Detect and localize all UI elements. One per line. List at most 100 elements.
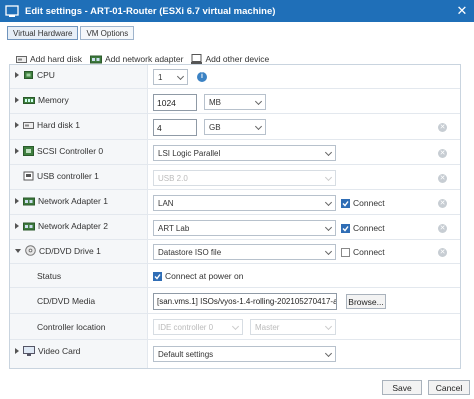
- usb-controller-icon: [23, 171, 34, 181]
- network-adapter-2-select[interactable]: ART Lab: [153, 220, 336, 236]
- connect-at-power-on-label: Connect at power on: [165, 271, 244, 281]
- scsi-type-select[interactable]: LSI Logic Parallel: [153, 145, 336, 161]
- cd-dvd-icon: [25, 245, 36, 256]
- cd-dvd-label: CD/DVD Drive 1: [39, 245, 101, 256]
- memory-unit-select[interactable]: MB: [204, 94, 266, 110]
- network-adapter-icon: [23, 222, 35, 230]
- browse-button[interactable]: Browse...: [346, 294, 386, 309]
- controller-slot-select: Master: [250, 319, 336, 335]
- memory-unit-value: MB: [209, 97, 221, 107]
- checkbox-unchecked-icon: [341, 247, 350, 257]
- usb-expander: USB controller 1: [15, 171, 99, 181]
- dialog-title: Edit settings - ART-01-Router (ESXi 6.7 …: [25, 5, 276, 17]
- expand-arrow-icon: [15, 122, 19, 128]
- other-device-icon: [191, 54, 203, 64]
- usb-type-value: USB 2.0: [158, 173, 188, 183]
- cpu-count-select[interactable]: 1: [153, 69, 188, 85]
- row-network-adapter-2: Network Adapter 2 ART Lab Connect ✕: [10, 215, 460, 240]
- video-card-value: Default settings: [158, 349, 214, 359]
- cd-dvd-connect-label: Connect: [353, 247, 385, 257]
- connect-at-power-on-checkbox[interactable]: Connect at power on: [153, 271, 243, 281]
- hard-disk-icon: [16, 55, 27, 63]
- cd-dvd-expander[interactable]: CD/DVD Drive 1: [15, 245, 101, 256]
- cd-dvd-source-select[interactable]: Datastore ISO file: [153, 244, 336, 260]
- remove-scsi-icon[interactable]: ✕: [438, 149, 447, 158]
- hard-disk-unit-select[interactable]: GB: [204, 119, 266, 135]
- remove-network-adapter-1-icon[interactable]: ✕: [438, 199, 447, 208]
- row-memory: Memory 1024 MB: [10, 89, 460, 114]
- memory-label: Memory: [38, 95, 69, 105]
- hard-disk-expander[interactable]: Hard disk 1: [15, 120, 80, 130]
- row-scsi-controller: SCSI Controller 0 LSI Logic Parallel ✕: [10, 140, 460, 165]
- expand-arrow-icon: [15, 97, 19, 103]
- controller-slot-value: Master: [255, 322, 280, 332]
- chevron-down-icon: [176, 72, 185, 81]
- add-network-adapter-label: Add network adapter: [104, 54, 184, 64]
- cd-dvd-status-label: Status: [37, 271, 62, 281]
- hard-disk-size-input[interactable]: 4: [153, 119, 197, 136]
- cancel-button[interactable]: Cancel: [428, 380, 470, 395]
- network-adapter-2-connect-label: Connect: [353, 223, 385, 233]
- network-adapter-2-expander[interactable]: Network Adapter 2: [15, 221, 108, 231]
- cd-dvd-connect-checkbox[interactable]: Connect: [341, 247, 385, 257]
- controller-value: IDE controller 0: [158, 322, 214, 332]
- remove-cd-dvd-icon[interactable]: ✕: [438, 248, 447, 257]
- video-card-expander[interactable]: Video Card: [15, 346, 80, 356]
- cpu-expander[interactable]: CPU: [15, 70, 55, 80]
- dialog-titlebar: Edit settings - ART-01-Router (ESXi 6.7 …: [0, 0, 474, 22]
- add-hard-disk-button[interactable]: Add hard disk: [16, 54, 82, 64]
- row-cd-dvd-media: CD/DVD Media [san.vms.1] ISOs/vyos-1.4-r…: [10, 288, 460, 314]
- video-card-select[interactable]: Default settings: [153, 346, 336, 362]
- usb-type-select: USB 2.0: [153, 170, 336, 186]
- remove-hard-disk-icon[interactable]: ✕: [438, 123, 447, 132]
- scsi-controller-icon: [23, 146, 34, 156]
- row-network-adapter-1: Network Adapter 1 LAN Connect ✕: [10, 190, 460, 215]
- cd-dvd-source-value: Datastore ISO file: [158, 247, 222, 257]
- usb-label: USB controller 1: [37, 171, 99, 181]
- add-other-device-button[interactable]: Add other device: [191, 54, 269, 64]
- network-adapter-2-label: Network Adapter 2: [38, 221, 108, 231]
- collapse-arrow-icon: [15, 248, 21, 253]
- close-icon[interactable]: ✕: [454, 3, 470, 19]
- video-card-icon: [23, 346, 35, 356]
- tab-vm-options[interactable]: VM Options: [80, 26, 135, 40]
- network-adapter-1-select[interactable]: LAN: [153, 195, 336, 211]
- checkbox-checked-icon: [153, 271, 162, 281]
- save-button[interactable]: Save: [382, 380, 422, 395]
- network-adapter-1-expander[interactable]: Network Adapter 1: [15, 196, 108, 206]
- network-adapter-1-label: Network Adapter 1: [38, 196, 108, 206]
- memory-expander[interactable]: Memory: [15, 95, 69, 105]
- chevron-down-icon: [324, 247, 333, 256]
- checkbox-checked-icon: [341, 223, 350, 233]
- tab-bar: Virtual Hardware VM Options: [7, 26, 136, 41]
- checkbox-checked-icon: [341, 198, 350, 208]
- expand-arrow-icon: [15, 348, 19, 354]
- network-adapter-2-connect-checkbox[interactable]: Connect: [341, 223, 385, 233]
- row-cd-dvd-controller: Controller location IDE controller 0 Mas…: [10, 314, 460, 340]
- add-hard-disk-label: Add hard disk: [30, 54, 82, 64]
- memory-size-input[interactable]: 1024: [153, 94, 197, 111]
- chevron-down-icon: [254, 97, 263, 106]
- cpu-icon: [24, 71, 33, 79]
- memory-icon: [23, 96, 35, 104]
- network-adapter-1-connect-checkbox[interactable]: Connect: [341, 198, 385, 208]
- remove-usb-icon[interactable]: ✕: [438, 174, 447, 183]
- row-usb-controller: USB controller 1 USB 2.0 ✕: [10, 165, 460, 190]
- row-cpu: CPU 1 i: [10, 65, 460, 89]
- controller-location-label: Controller location: [37, 322, 106, 332]
- info-icon[interactable]: i: [197, 72, 207, 82]
- row-cd-dvd-drive: CD/DVD Drive 1 Datastore ISO file Connec…: [10, 240, 460, 264]
- network-adapter-2-value: ART Lab: [158, 223, 190, 233]
- scsi-expander[interactable]: SCSI Controller 0: [15, 146, 103, 156]
- cd-dvd-media-label: CD/DVD Media: [37, 296, 96, 306]
- chevron-down-icon: [254, 122, 263, 131]
- network-adapter-icon: [89, 55, 102, 63]
- row-hard-disk: Hard disk 1 4 GB ✕: [10, 114, 460, 140]
- row-video-card: Video Card Default settings: [10, 340, 460, 368]
- cd-dvd-media-input[interactable]: [san.vms.1] ISOs/vyos-1.4-rolling-202105…: [153, 293, 337, 310]
- add-network-adapter-button[interactable]: Add network adapter: [89, 54, 184, 64]
- tab-virtual-hardware[interactable]: Virtual Hardware: [7, 26, 79, 40]
- remove-network-adapter-2-icon[interactable]: ✕: [438, 224, 447, 233]
- cpu-label: CPU: [37, 70, 55, 80]
- hard-disk-icon: [23, 121, 34, 129]
